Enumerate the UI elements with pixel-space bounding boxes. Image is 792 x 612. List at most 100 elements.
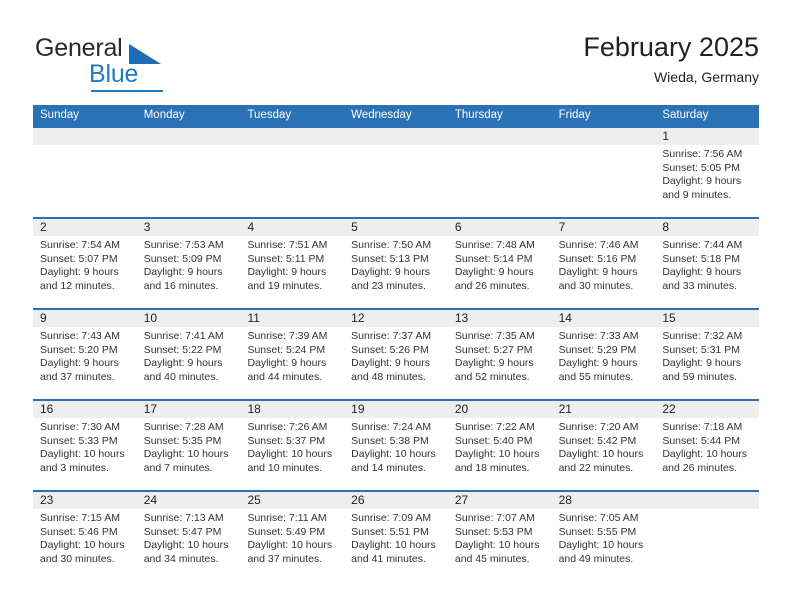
daylight-text-line1: Daylight: 9 hours: [247, 357, 327, 369]
day-cell[interactable]: 28 Sunrise: 7:05 AM Sunset: 5:55 PM Dayligh…: [551, 492, 656, 580]
location-subtitle: Wieda, Germany: [653, 69, 759, 85]
page-header: General Blue February 2025 Wieda, German…: [33, 30, 759, 100]
day-cell[interactable]: 4 Sunrise: 7:51 AM Sunset: 5:11 PM Daylight…: [240, 219, 345, 308]
calendar-week-row: 2 Sunrise: 7:54 AM Sunset: 5:07 PM Daylight…: [33, 217, 760, 308]
day-cell[interactable]: 24 Sunrise: 7:13 AM Sunset: 5:47 PM Dayligh…: [136, 492, 241, 580]
daylight-text-line1: Daylight: 9 hours: [558, 357, 638, 369]
daylight-text-line2: and 52 minutes.: [454, 370, 530, 383]
day-number: [33, 128, 137, 145]
day-number: 3: [136, 219, 241, 236]
sunrise-text: Sunrise: 7:28 AM: [143, 421, 224, 433]
daylight-text-line1: Daylight: 10 hours: [247, 448, 333, 460]
daylight-text-line2: and 30 minutes.: [40, 552, 115, 565]
day-cell[interactable]: 15 Sunrise: 7:32 AM Sunset: 5:31 PM Dayligh…: [655, 310, 760, 399]
daylight-text-line2: and 3 minutes.: [40, 461, 109, 474]
sunset-text: Sunset: 5:33 PM: [40, 434, 118, 447]
sunset-text: Sunset: 5:27 PM: [454, 343, 533, 356]
day-cell[interactable]: 1 Sunrise: 7:56 AM Sunset: 5:05 PM Daylight…: [655, 128, 760, 217]
day-details: Sunrise: 7:56 AM Sunset: 5:05 PM Daylight:…: [655, 145, 759, 202]
daylight-text-line2: and 37 minutes.: [247, 552, 323, 565]
daylight-text-line1: Daylight: 10 hours: [143, 448, 229, 460]
daylight-text-line2: and 16 minutes.: [143, 279, 219, 292]
daylight-text-line2: and 49 minutes.: [558, 552, 634, 565]
day-details: Sunrise: 7:35 AM Sunset: 5:27 PM Daylight:…: [448, 327, 552, 384]
day-cell[interactable]: 19 Sunrise: 7:24 AM Sunset: 5:38 PM Dayligh…: [344, 401, 448, 490]
sunrise-text: Sunrise: 7:50 AM: [351, 239, 432, 251]
daylight-text-line1: Daylight: 10 hours: [351, 448, 436, 460]
day-cell[interactable]: 7 Sunrise: 7:46 AM Sunset: 5:16 PM Daylight…: [551, 219, 656, 308]
day-number: [447, 128, 552, 145]
daylight-text-line2: and 22 minutes.: [558, 461, 634, 474]
sunrise-text: Sunrise: 7:37 AM: [351, 330, 432, 342]
sunset-text: Sunset: 5:13 PM: [351, 252, 429, 265]
day-cell[interactable]: 20 Sunrise: 7:22 AM Sunset: 5:40 PM Dayligh…: [447, 401, 552, 490]
sunrise-text: Sunrise: 7:46 AM: [558, 239, 639, 251]
daylight-text-line1: Daylight: 9 hours: [662, 357, 742, 369]
day-cell[interactable]: 11 Sunrise: 7:39 AM Sunset: 5:24 PM Dayligh…: [240, 310, 345, 399]
sunrise-text: Sunrise: 7:44 AM: [662, 239, 743, 251]
day-cell[interactable]: 18 Sunrise: 7:26 AM Sunset: 5:37 PM Dayligh…: [240, 401, 345, 490]
day-details: Sunrise: 7:09 AM Sunset: 5:51 PM Daylight:…: [344, 509, 448, 566]
daylight-text-line1: Daylight: 10 hours: [143, 539, 229, 551]
day-cell-empty: [655, 492, 760, 580]
daylight-text-line1: Daylight: 9 hours: [454, 357, 534, 369]
general-blue-logo[interactable]: General Blue: [33, 34, 253, 92]
day-cell[interactable]: 17 Sunrise: 7:28 AM Sunset: 5:35 PM Dayligh…: [136, 401, 241, 490]
weeks-container: 1 Sunrise: 7:56 AM Sunset: 5:05 PM Daylight…: [33, 126, 760, 580]
daylight-text-line2: and 44 minutes.: [247, 370, 323, 383]
sunrise-text: Sunrise: 7:33 AM: [558, 330, 639, 342]
sunrise-text: Sunrise: 7:05 AM: [558, 512, 639, 524]
daylight-text-line2: and 48 minutes.: [351, 370, 426, 383]
day-cell[interactable]: 25 Sunrise: 7:11 AM Sunset: 5:49 PM Dayligh…: [240, 492, 345, 580]
day-cell[interactable]: 13 Sunrise: 7:35 AM Sunset: 5:27 PM Dayligh…: [447, 310, 552, 399]
sunrise-text: Sunrise: 7:53 AM: [143, 239, 224, 251]
day-cell[interactable]: 6 Sunrise: 7:48 AM Sunset: 5:14 PM Daylight…: [447, 219, 552, 308]
day-cell[interactable]: 27 Sunrise: 7:07 AM Sunset: 5:53 PM Dayligh…: [447, 492, 552, 580]
sunrise-text: Sunrise: 7:11 AM: [247, 512, 327, 524]
daylight-text-line1: Daylight: 9 hours: [143, 266, 223, 278]
day-number: 8: [655, 219, 760, 236]
weekday-header-monday: Monday: [143, 109, 185, 121]
day-cell[interactable]: 14 Sunrise: 7:33 AM Sunset: 5:29 PM Dayligh…: [551, 310, 656, 399]
day-details: Sunrise: 7:46 AM Sunset: 5:16 PM Daylight:…: [552, 236, 656, 293]
day-cell[interactable]: 9 Sunrise: 7:43 AM Sunset: 5:20 PM Daylight…: [33, 310, 137, 399]
day-cell[interactable]: 16 Sunrise: 7:30 AM Sunset: 5:33 PM Dayligh…: [33, 401, 137, 490]
sunrise-text: Sunrise: 7:35 AM: [454, 330, 535, 342]
sunrise-text: Sunrise: 7:20 AM: [558, 421, 639, 433]
weekday-header-tuesday: Tuesday: [247, 109, 292, 121]
day-cell[interactable]: 26 Sunrise: 7:09 AM Sunset: 5:51 PM Dayligh…: [344, 492, 448, 580]
day-number: 15: [655, 310, 760, 327]
day-details: Sunrise: 7:24 AM Sunset: 5:38 PM Daylight:…: [344, 418, 448, 475]
day-cell[interactable]: 5 Sunrise: 7:50 AM Sunset: 5:13 PM Daylight…: [344, 219, 448, 308]
daylight-text-line1: Daylight: 10 hours: [247, 539, 333, 551]
daylight-text-line2: and 26 minutes.: [662, 461, 738, 474]
day-number: 24: [136, 492, 241, 509]
day-details: Sunrise: 7:50 AM Sunset: 5:13 PM Daylight:…: [344, 236, 448, 293]
day-number: [240, 128, 345, 145]
day-details: Sunrise: 7:11 AM Sunset: 5:49 PM Daylight:…: [240, 509, 344, 566]
calendar-grid: Sunday Monday Tuesday Wednesday Thursday…: [33, 105, 760, 580]
sunset-text: Sunset: 5:11 PM: [247, 252, 325, 265]
daylight-text-line2: and 45 minutes.: [454, 552, 530, 565]
daylight-text-line1: Daylight: 9 hours: [558, 266, 638, 278]
day-details: Sunrise: 7:28 AM Sunset: 5:35 PM Daylight:…: [137, 418, 241, 475]
day-cell[interactable]: 8 Sunrise: 7:44 AM Sunset: 5:18 PM Daylight…: [655, 219, 760, 308]
day-cell[interactable]: 21 Sunrise: 7:20 AM Sunset: 5:42 PM Dayligh…: [551, 401, 656, 490]
day-number: [136, 128, 241, 145]
daylight-text-line2: and 14 minutes.: [351, 461, 426, 474]
day-cell[interactable]: 2 Sunrise: 7:54 AM Sunset: 5:07 PM Daylight…: [33, 219, 137, 308]
daylight-text-line2: and 19 minutes.: [247, 279, 323, 292]
day-cell[interactable]: 22 Sunrise: 7:18 AM Sunset: 5:44 PM Dayligh…: [655, 401, 760, 490]
day-number: 28: [551, 492, 656, 509]
daylight-text-line1: Daylight: 9 hours: [662, 175, 742, 187]
day-cell[interactable]: 10 Sunrise: 7:41 AM Sunset: 5:22 PM Dayligh…: [136, 310, 241, 399]
day-number: [344, 128, 448, 145]
daylight-text-line1: Daylight: 9 hours: [662, 266, 742, 278]
day-cell[interactable]: 12 Sunrise: 7:37 AM Sunset: 5:26 PM Dayligh…: [344, 310, 448, 399]
day-cell[interactable]: 23 Sunrise: 7:15 AM Sunset: 5:46 PM Dayligh…: [33, 492, 137, 580]
day-number: 21: [551, 401, 656, 418]
sunset-text: Sunset: 5:47 PM: [143, 525, 222, 538]
day-cell[interactable]: 3 Sunrise: 7:53 AM Sunset: 5:09 PM Daylight…: [136, 219, 241, 308]
sunset-text: Sunset: 5:14 PM: [454, 252, 533, 265]
sunset-text: Sunset: 5:16 PM: [558, 252, 637, 265]
